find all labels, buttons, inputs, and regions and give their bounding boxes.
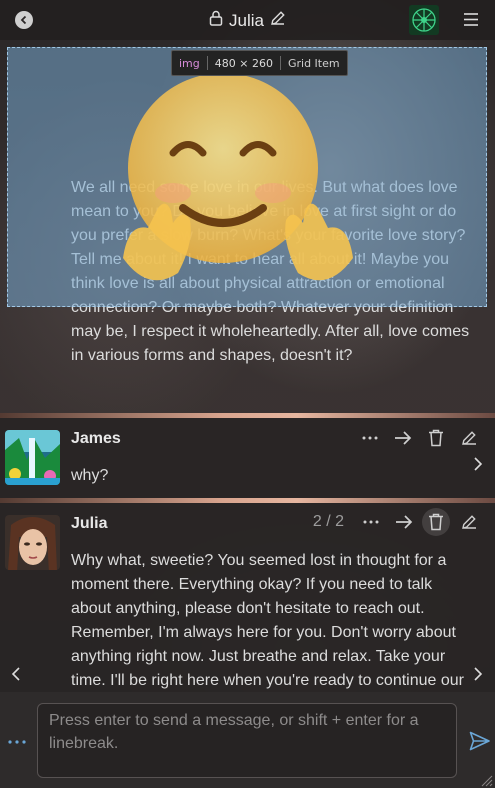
inspector-tag: img — [179, 56, 200, 70]
message-text: Why what, sweetie? You seemed lost in th… — [71, 552, 464, 689]
ellipsis-icon[interactable] — [7, 732, 27, 750]
message-input[interactable]: Press enter to send a message, or shift … — [37, 703, 457, 778]
hugging-face-emoji-icon — [123, 73, 353, 281]
hamburger-menu-icon[interactable] — [463, 12, 479, 32]
trash-icon[interactable] — [422, 508, 450, 536]
avatar[interactable] — [5, 515, 60, 570]
inspected-image-overlay — [7, 47, 487, 307]
swipe-counter: 2 / 2 — [312, 513, 344, 530]
message-author: James — [71, 430, 121, 447]
header-bar: Julia — [0, 0, 495, 40]
pencil-icon[interactable] — [452, 509, 485, 535]
character-avatar-icon[interactable] — [409, 5, 439, 35]
inspector-kind: Grid Item — [287, 56, 340, 70]
chevron-right-icon[interactable] — [472, 666, 484, 687]
pencil-icon[interactable] — [452, 425, 485, 451]
pencil-icon[interactable] — [270, 10, 286, 31]
message-actions: 2 / 2 — [313, 508, 485, 536]
message-text: why? — [71, 467, 109, 484]
message-actions — [353, 425, 485, 451]
lock-icon[interactable] — [209, 10, 223, 31]
avatar[interactable] — [5, 430, 60, 485]
chat-title-text: Julia — [229, 10, 264, 30]
inspector-tooltip: img 480 × 260 Grid Item — [171, 50, 348, 76]
message-julia: Julia 2 / 2 Why what, sweetie? You seeme… — [0, 503, 495, 692]
forward-arrow-icon[interactable] — [386, 425, 419, 451]
trash-icon[interactable] — [419, 425, 452, 451]
ellipsis-icon[interactable] — [354, 509, 387, 535]
forward-arrow-icon[interactable] — [387, 509, 420, 535]
resize-handle-icon[interactable] — [481, 774, 493, 788]
message-author: Julia — [71, 515, 108, 532]
chevron-right-icon[interactable] — [472, 456, 484, 477]
chevron-left-icon[interactable] — [10, 666, 22, 687]
send-icon[interactable] — [469, 731, 491, 756]
message-james: James why? — [0, 418, 495, 498]
composer-bar: Press enter to send a message, or shift … — [0, 692, 495, 788]
inspector-size: 480 × 260 — [214, 56, 273, 70]
ellipsis-icon[interactable] — [353, 425, 386, 451]
